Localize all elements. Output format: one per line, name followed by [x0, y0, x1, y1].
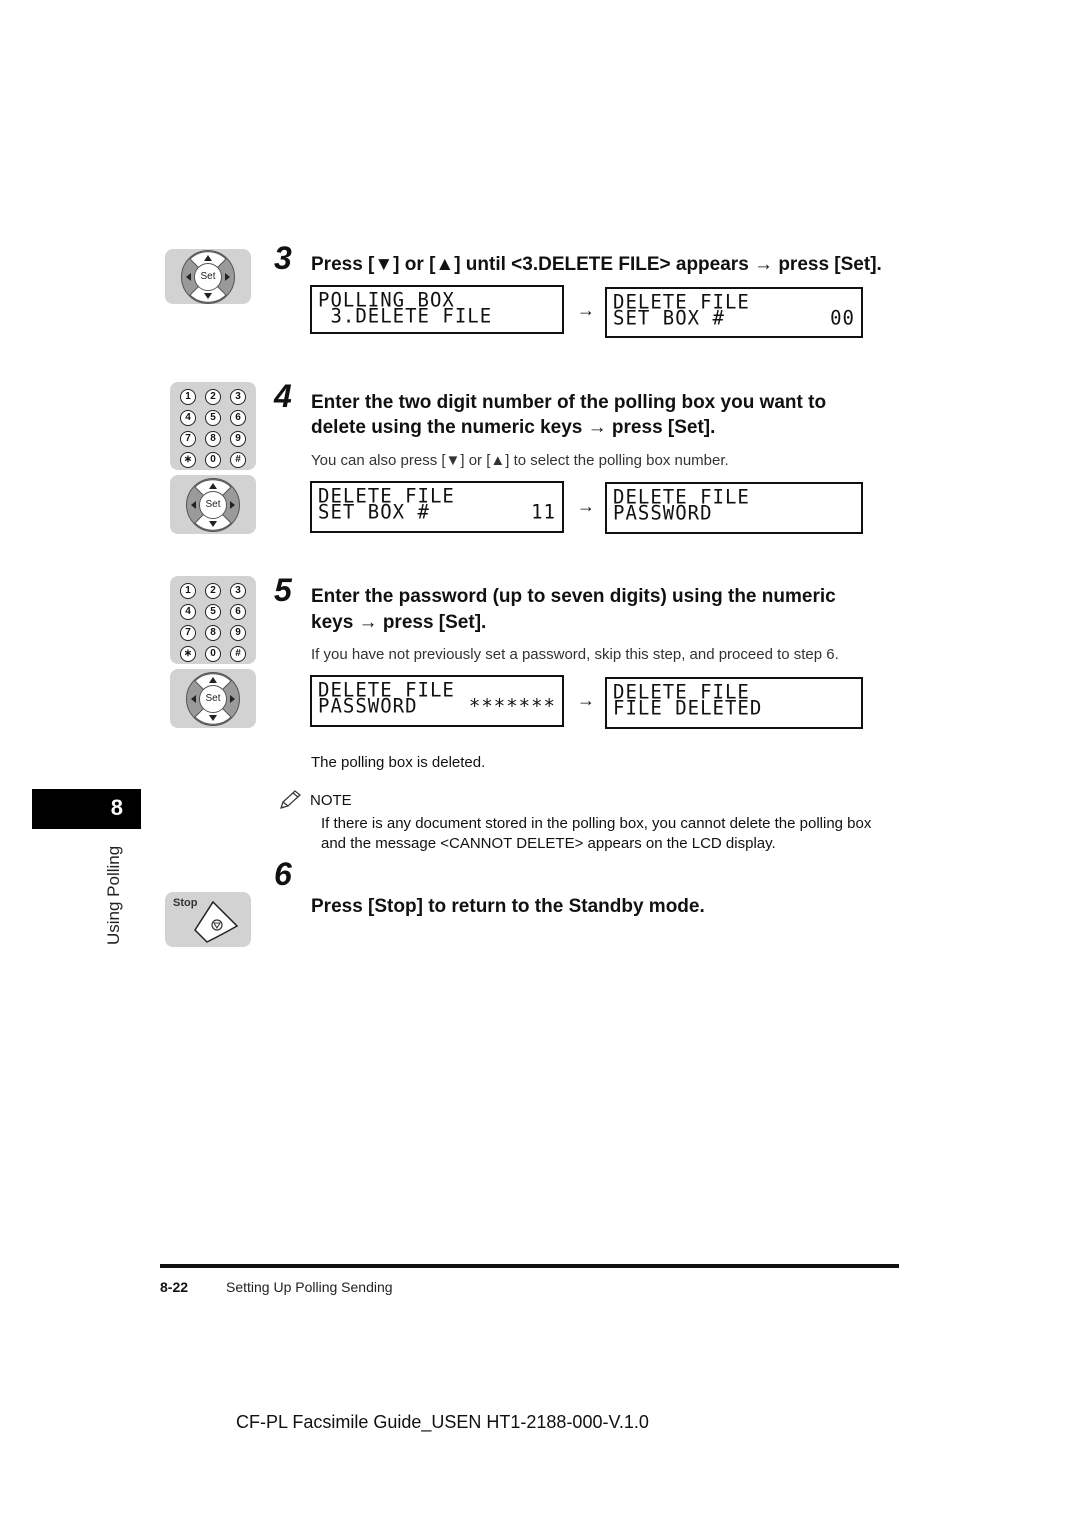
numeric-keypad-graphic: 1 2 3 4 5 6 7 8 9 ∗ 0 # [170, 576, 256, 664]
numeric-keypad: 1 2 3 4 5 6 7 8 9 ∗ 0 # [170, 382, 256, 475]
key-3-icon: 3 [230, 389, 246, 405]
step-title: Press [Stop] to return to the Standby mo… [311, 896, 705, 917]
step-title: Press [▼] or [▲] until <3.DELETE FILE> a… [311, 254, 882, 275]
lcd-line-2-right: 00 [830, 306, 855, 330]
lcd-line-2: 3.DELETE FILE [318, 306, 556, 326]
stop-button-icon [194, 900, 239, 943]
note-line-2: and the message <CANNOT DELETE> appears … [321, 835, 776, 852]
key-5-icon: 5 [205, 410, 221, 426]
step-title-line-2: keys → press [Set]. [311, 612, 487, 633]
lcd-line-2: SET BOX # 00 [613, 306, 855, 330]
lcd-display-after: DELETE FILE PASSWORD [605, 482, 863, 534]
chapter-label: Using Polling [104, 845, 123, 945]
lcd-line-2-left: 3.DELETE FILE [318, 304, 493, 328]
arrow-right-icon: → [577, 690, 595, 710]
dpad: Set [181, 250, 235, 304]
lcd-line-2: SET BOX # 11 [318, 500, 556, 524]
note-heading: NOTE [310, 792, 352, 809]
footer-rule [160, 1264, 899, 1268]
lcd-line-2: PASSWORD [613, 503, 855, 523]
lcd-display-after: DELETE FILE FILE DELETED [605, 677, 863, 729]
lcd-line-2-left: SET BOX # [613, 306, 725, 330]
lcd-line-2-left: PASSWORD [613, 501, 713, 525]
key-hash-icon: # [230, 646, 246, 662]
pencil-icon [278, 789, 302, 811]
set-key-graphic: Set [170, 475, 256, 534]
set-key-graphic: Set [170, 669, 256, 728]
page-number: 8-22 [160, 1279, 189, 1295]
lcd-line-2-left: SET BOX # [318, 500, 430, 524]
dpad: Set [186, 478, 240, 532]
step-number: 4 [274, 378, 292, 414]
dpad: Set [186, 672, 240, 726]
step-number: 6 [274, 856, 292, 892]
numeric-keypad: 1 2 3 4 5 6 7 8 9 ∗ 0 # [170, 576, 256, 669]
note-line-1: If there is any document stored in the p… [321, 815, 872, 832]
section-title: Setting Up Polling Sending [226, 1279, 393, 1295]
step-number: 3 [274, 240, 292, 276]
arrow-right-icon: → [577, 496, 595, 516]
key-5-icon: 5 [205, 604, 221, 620]
step-title-line-1: Enter the password (up to seven digits) … [311, 586, 836, 607]
set-button-icon: Set [199, 491, 227, 519]
document-id: CF-PL Facsimile Guide_USEN HT1-2188-000-… [236, 1412, 649, 1432]
lcd-display-before: POLLING BOX 3.DELETE FILE [310, 285, 564, 334]
lcd-line-2-right: ******* [468, 694, 556, 718]
chapter-number: 8 [110, 795, 123, 820]
key-4-icon: 4 [180, 410, 196, 426]
step-title-line-1: Enter the two digit number of the pollin… [311, 392, 827, 413]
key-2-icon: 2 [205, 389, 221, 405]
lcd-line-2-right: 11 [531, 500, 556, 524]
step-note: If you have not previously set a passwor… [311, 646, 839, 663]
lcd-line-2: FILE DELETED [613, 698, 855, 718]
key-0-icon: 0 [205, 452, 221, 468]
key-2-icon: 2 [205, 583, 221, 599]
key-9-icon: 9 [230, 625, 246, 641]
step-number: 5 [274, 572, 292, 608]
set-key-graphic: Set [165, 249, 251, 304]
key-1-icon: 1 [180, 389, 196, 405]
key-0-icon: 0 [205, 646, 221, 662]
chapter-tab: 8 [32, 789, 141, 829]
set-button-icon: Set [194, 263, 222, 291]
key-3-icon: 3 [230, 583, 246, 599]
key-8-icon: 8 [205, 625, 221, 641]
key-1-icon: 1 [180, 583, 196, 599]
key-9-icon: 9 [230, 431, 246, 447]
numeric-keypad-graphic: 1 2 3 4 5 6 7 8 9 ∗ 0 # [170, 382, 256, 470]
key-7-icon: 7 [180, 625, 196, 641]
set-button-icon: Set [199, 685, 227, 713]
step-title-line-2: delete using the numeric keys → press [S… [311, 417, 716, 438]
key-6-icon: 6 [230, 604, 246, 620]
lcd-line-2-left: FILE DELETED [613, 696, 763, 720]
key-4-icon: 4 [180, 604, 196, 620]
lcd-line-2: PASSWORD ******* [318, 694, 556, 718]
step-note: You can also press [▼] or [▲] to select … [311, 452, 729, 469]
key-7-icon: 7 [180, 431, 196, 447]
key-star-icon: ∗ [180, 646, 196, 662]
lcd-display-before: DELETE FILE SET BOX #11 [310, 481, 564, 533]
result-text: The polling box is deleted. [311, 754, 486, 771]
key-hash-icon: # [230, 452, 246, 468]
key-star-icon: ∗ [180, 452, 196, 468]
arrow-right-icon: → [577, 300, 595, 320]
lcd-line-2-left: PASSWORD [318, 694, 418, 718]
key-6-icon: 6 [230, 410, 246, 426]
stop-key-graphic: Stop [165, 892, 251, 947]
lcd-display-before: DELETE FILE PASSWORD ******* [310, 675, 564, 727]
lcd-display-after: DELETE FILE SET BOX #00 [605, 287, 863, 338]
key-8-icon: 8 [205, 431, 221, 447]
